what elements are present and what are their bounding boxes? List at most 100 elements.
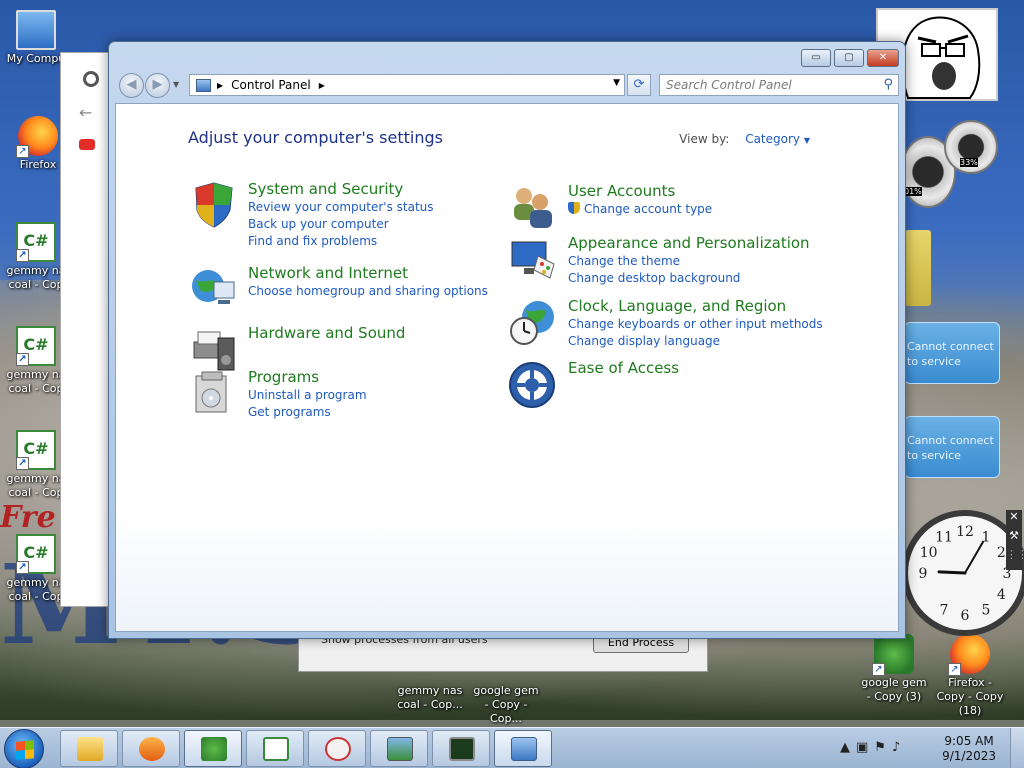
clock-globe-icon[interactable]	[508, 297, 558, 347]
breadcrumb-arrow-icon[interactable]: ▶	[217, 81, 223, 90]
link-homegroup[interactable]: Choose homegroup and sharing options	[248, 283, 488, 300]
action-center-flag-icon[interactable]: ⚑	[874, 740, 892, 755]
desktop-icon-google-gem-3[interactable]: ↗ google gem - Copy (3)	[858, 634, 930, 704]
monitor-palette-icon[interactable]	[508, 234, 558, 284]
view-by-dropdown[interactable]: Category ▼	[745, 132, 810, 146]
windows-logo-icon	[16, 740, 34, 760]
taskbar-csharp[interactable]	[246, 730, 304, 767]
desktop-icon-firefox-copy[interactable]: ↗ Firefox - Copy - Copy (18)	[934, 634, 1006, 718]
category-title-clock[interactable]: Clock, Language, and Region	[568, 297, 823, 316]
breadcrumb-control-panel[interactable]: Control Panel	[231, 78, 311, 92]
clock-dial: 12 123456791011	[919, 524, 1012, 624]
forward-button[interactable]: ▶	[145, 73, 170, 98]
taskbar-control-panel[interactable]	[494, 730, 552, 767]
link-find-fix[interactable]: Find and fix problems	[248, 233, 434, 250]
search-input[interactable]: Search Control Panel ⚲	[659, 74, 899, 96]
taskbar-media-player[interactable]	[122, 730, 180, 767]
csharp-icon: C# ↗	[16, 534, 56, 574]
taskbar-explorer[interactable]	[60, 730, 118, 767]
minimize-button[interactable]: ▭	[801, 49, 831, 67]
clock-number: 2	[997, 545, 1006, 561]
gadget-toolbar[interactable]: ✕ ⚒ ⋮⋮	[1006, 510, 1024, 570]
wrench-icon[interactable]: ⚒	[1006, 529, 1022, 542]
wallpaper-red-text: Fre	[0, 500, 56, 535]
desktop-icon-label: gemmy nas coal - Cop...	[397, 684, 463, 711]
shortcut-arrow-icon: ↗	[872, 663, 885, 676]
csharp-icon: C# ↗	[16, 326, 56, 366]
scissors-icon	[325, 737, 351, 761]
category-ease-of-access: Ease of Access	[508, 359, 679, 409]
desktop-icon-label: google gem - Copy - Cop...	[473, 684, 539, 725]
globe-network-icon[interactable]	[188, 264, 238, 314]
clock-time: 9:05 AM	[944, 734, 994, 748]
taskbar-task-manager[interactable]	[432, 730, 490, 767]
control-panel-icon	[511, 737, 537, 761]
link-change-theme[interactable]: Change the theme	[568, 253, 810, 270]
shortcut-arrow-icon: ↗	[948, 663, 961, 676]
category-title-appearance[interactable]: Appearance and Personalization	[568, 234, 810, 253]
link-change-keyboards[interactable]: Change keyboards or other input methods	[568, 316, 823, 333]
clock[interactable]: 9:05 AM 9/1/2023	[942, 734, 996, 764]
weather-gadget-1[interactable]: Cannot connect to service	[904, 322, 1000, 384]
category-title-ease-of-access[interactable]: Ease of Access	[568, 359, 679, 378]
link-backup[interactable]: Back up your computer	[248, 216, 434, 233]
photo-icon	[387, 737, 413, 761]
category-system-security: System and Security Review your computer…	[188, 180, 434, 250]
close-icon[interactable]: ✕	[1006, 510, 1022, 523]
link-change-background[interactable]: Change desktop background	[568, 270, 810, 287]
network-icon[interactable]: ▣	[856, 740, 874, 755]
category-title-system-security[interactable]: System and Security	[248, 180, 434, 199]
category-appearance: Appearance and Personalization Change th…	[508, 234, 810, 287]
shield-icon[interactable]	[188, 180, 238, 230]
refresh-button[interactable]: ⟳	[627, 74, 651, 96]
address-bar[interactable]: ▶ Control Panel ▶ ▼	[189, 74, 625, 96]
close-button[interactable]: ✕	[867, 49, 899, 67]
category-programs: Programs Uninstall a program Get program…	[188, 368, 367, 421]
recent-pages-dropdown-icon[interactable]: ▼	[173, 80, 179, 89]
back-button[interactable]: ◀	[119, 73, 144, 98]
programs-icon[interactable]	[188, 368, 238, 418]
clock-gadget: 12 1 2 3 4 5 6 7 9 10 11	[902, 508, 1024, 638]
clock-number: 7	[940, 602, 949, 618]
volume-icon[interactable]: ♪	[892, 740, 906, 755]
back-arrow-icon[interactable]: ←	[79, 103, 92, 122]
chrome-icon	[83, 71, 99, 87]
csharp-icon: C# ↗	[16, 222, 56, 262]
taskbar-gem[interactable]	[184, 730, 242, 767]
show-hidden-icons-icon[interactable]: ▲	[840, 740, 856, 755]
clock-hand	[964, 540, 984, 574]
title-bar[interactable]: ▭ ▢ ✕	[115, 42, 899, 72]
link-change-account-type[interactable]: Change account type	[568, 201, 712, 218]
users-icon[interactable]	[508, 182, 558, 232]
printer-icon[interactable]	[188, 324, 238, 374]
control-panel-window[interactable]: ▭ ▢ ✕ ◀ ▶ ▼ ▶ Control Panel ▶ ▼ ⟳ Search…	[108, 41, 906, 639]
link-review-status[interactable]: Review your computer's status	[248, 199, 434, 216]
category-title-network[interactable]: Network and Internet	[248, 264, 488, 283]
drag-handle-icon[interactable]: ⋮⋮	[1006, 548, 1024, 561]
link-uninstall[interactable]: Uninstall a program	[248, 387, 367, 404]
uac-shield-icon	[568, 202, 580, 214]
view-by-label: View by:	[679, 132, 730, 146]
show-desktop-button[interactable]	[1010, 728, 1024, 768]
start-button[interactable]	[4, 729, 44, 768]
content-area: Adjust your computer's settings View by:…	[115, 103, 899, 632]
category-title-user-accounts[interactable]: User Accounts	[568, 182, 712, 201]
search-icon[interactable]: ⚲	[883, 77, 893, 92]
weather-gadget-2[interactable]: Cannot connect to service	[904, 416, 1000, 478]
maximize-button[interactable]: ▢	[834, 49, 864, 67]
address-dropdown-icon[interactable]: ▼	[613, 78, 620, 88]
breadcrumb-arrow-icon[interactable]: ▶	[319, 81, 325, 90]
category-title-programs[interactable]: Programs	[248, 368, 367, 387]
tray-icons: ▲▣⚑♪	[840, 740, 906, 755]
cpu-percent: 33%	[960, 158, 978, 167]
taskbar-photo-viewer[interactable]	[370, 730, 428, 767]
category-title-hardware[interactable]: Hardware and Sound	[248, 324, 405, 343]
memory-percent: 01%	[904, 187, 922, 196]
taskbar-snipping-tool[interactable]	[308, 730, 366, 767]
task-manager-icon	[449, 737, 475, 761]
firefox-icon: ↗	[16, 116, 58, 158]
link-get-programs[interactable]: Get programs	[248, 404, 367, 421]
view-by-value: Category	[745, 132, 801, 146]
link-change-display-language[interactable]: Change display language	[568, 333, 823, 350]
ease-of-access-icon[interactable]	[508, 359, 558, 409]
